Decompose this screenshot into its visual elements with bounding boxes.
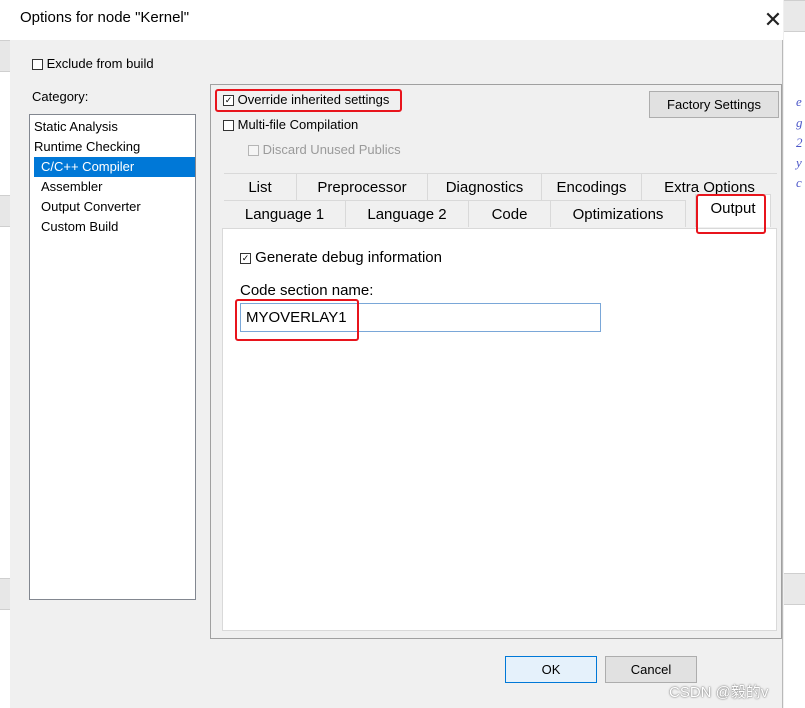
cancel-button[interactable]: Cancel bbox=[605, 656, 697, 683]
background-text: y bbox=[796, 155, 802, 170]
background-band bbox=[0, 40, 10, 72]
checkbox-box[interactable] bbox=[32, 59, 43, 71]
exclude-from-build-label: Exclude from build bbox=[46, 56, 154, 71]
checkbox-checked[interactable]: ✓ bbox=[240, 252, 251, 264]
category-label: Category: bbox=[32, 89, 89, 104]
discard-unused-publics-checkbox: Discard Unused Publics bbox=[248, 142, 401, 157]
tab-encodings[interactable]: Encodings bbox=[542, 173, 642, 200]
background-window-edge: e g 2 y c bbox=[784, 0, 805, 708]
code-section-name-label: Code section name: bbox=[240, 282, 374, 299]
category-item[interactable]: Runtime Checking bbox=[34, 137, 184, 157]
background-text: e bbox=[796, 94, 802, 109]
background-band bbox=[0, 578, 10, 610]
category-item-selected[interactable]: C/C++ Compiler bbox=[34, 157, 195, 177]
category-item[interactable]: Static Analysis bbox=[34, 117, 184, 137]
background-text: c bbox=[796, 175, 802, 190]
category-item[interactable]: Assembler bbox=[41, 177, 191, 197]
category-list[interactable]: Static Analysis Runtime Checking C/C++ C… bbox=[29, 114, 196, 600]
tab-optimizations[interactable]: Optimizations bbox=[551, 200, 686, 227]
multi-file-compilation-checkbox[interactable]: Multi-file Compilation bbox=[223, 117, 358, 132]
generate-debug-info-checkbox[interactable]: ✓ Generate debug information bbox=[240, 249, 442, 266]
watermark-text: CSDN @毅的v bbox=[669, 684, 769, 701]
category-item[interactable]: Output Converter bbox=[41, 197, 191, 217]
background-band bbox=[0, 195, 10, 227]
highlight-box-override bbox=[215, 89, 402, 112]
exclude-from-build-checkbox[interactable]: Exclude from build bbox=[32, 56, 154, 71]
category-item[interactable]: Custom Build bbox=[41, 217, 191, 237]
multi-file-label: Multi-file Compilation bbox=[237, 117, 359, 132]
tab-language-2[interactable]: Language 2 bbox=[346, 200, 469, 227]
tab-preprocessor[interactable]: Preprocessor bbox=[297, 173, 428, 200]
tab-diagnostics[interactable]: Diagnostics bbox=[428, 173, 542, 200]
tab-code[interactable]: Code bbox=[469, 200, 551, 227]
checkbox-box-disabled bbox=[248, 145, 259, 157]
highlight-box-code-section bbox=[235, 299, 359, 341]
background-window-edge-left bbox=[0, 40, 10, 708]
background-band bbox=[784, 573, 805, 605]
generate-debug-label: Generate debug information bbox=[255, 249, 442, 266]
close-icon[interactable]: ✕ bbox=[758, 5, 788, 35]
tab-list[interactable]: List bbox=[224, 173, 297, 200]
factory-settings-button[interactable]: Factory Settings bbox=[649, 91, 779, 118]
checkbox-box[interactable] bbox=[223, 120, 234, 132]
background-text: 2 bbox=[796, 135, 803, 150]
discard-unused-label: Discard Unused Publics bbox=[262, 142, 401, 157]
background-text: g bbox=[796, 115, 803, 130]
tab-language-1[interactable]: Language 1 bbox=[224, 200, 346, 227]
tab-strip: List Preprocessor Diagnostics Encodings … bbox=[222, 173, 777, 229]
ok-button[interactable]: OK bbox=[505, 656, 597, 683]
window-title: Options for node "Kernel" bbox=[20, 9, 190, 26]
highlight-box-output-tab bbox=[696, 194, 766, 234]
